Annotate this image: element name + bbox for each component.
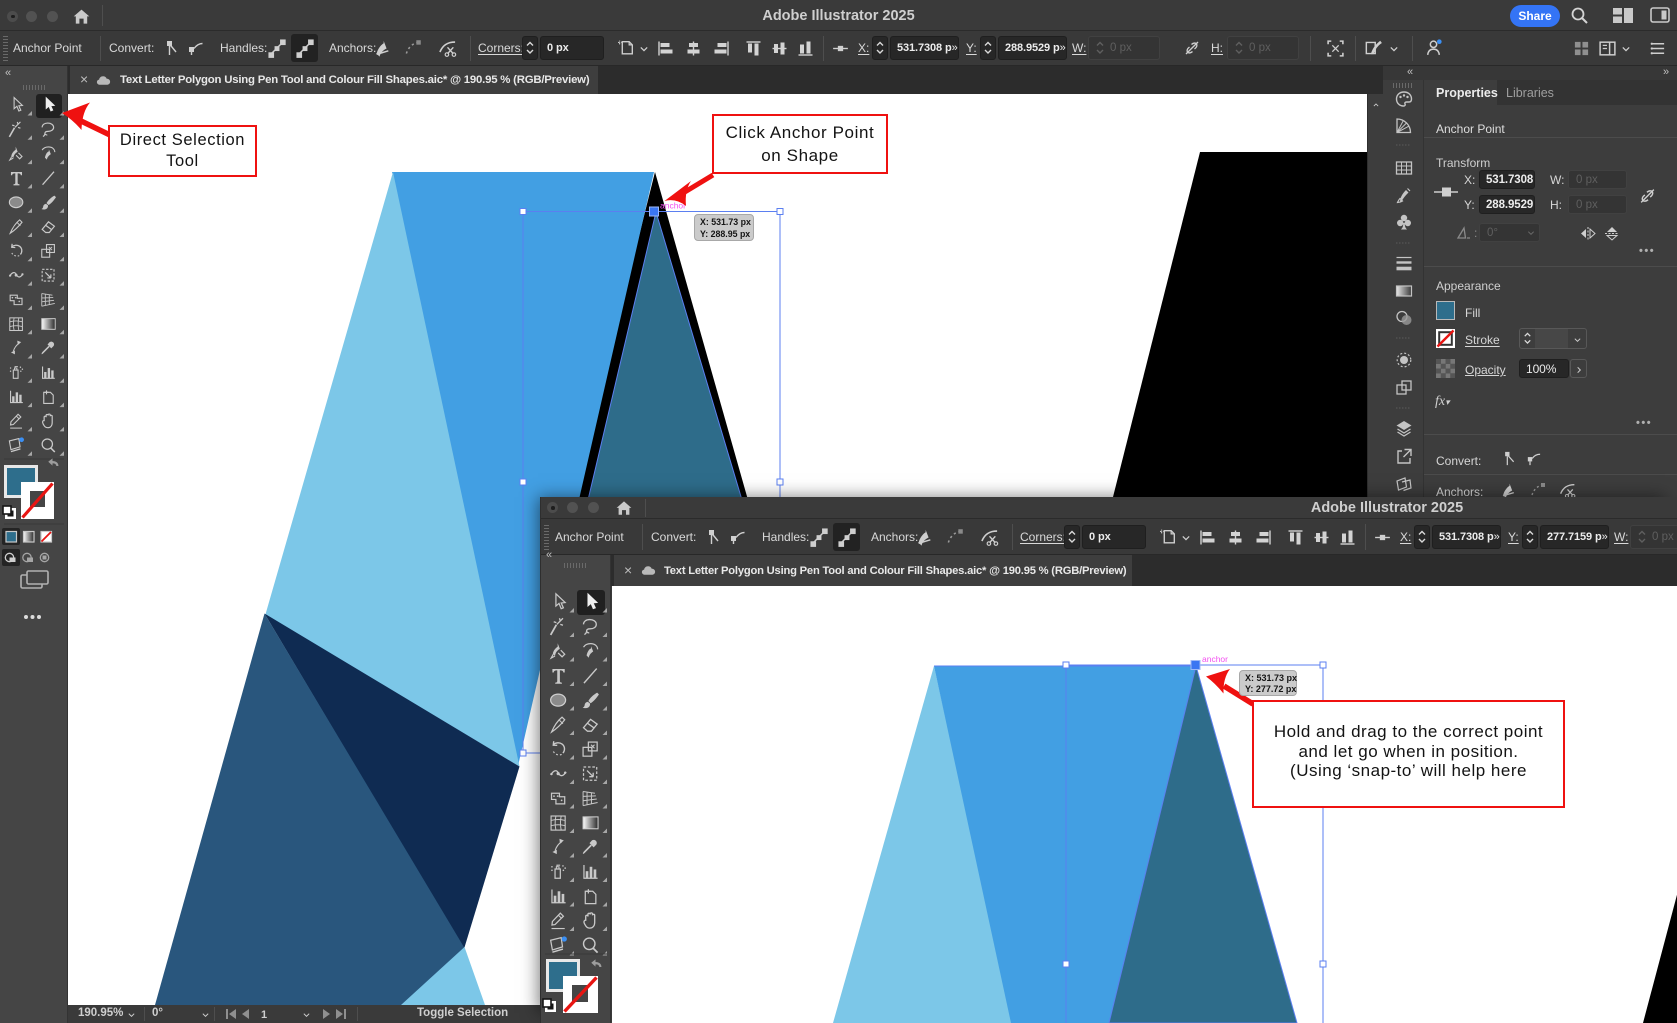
svg-text:anchor: anchor — [1202, 654, 1228, 664]
svg-text:1: 1 — [261, 1009, 267, 1019]
svg-text:anchor: anchor — [660, 201, 686, 211]
